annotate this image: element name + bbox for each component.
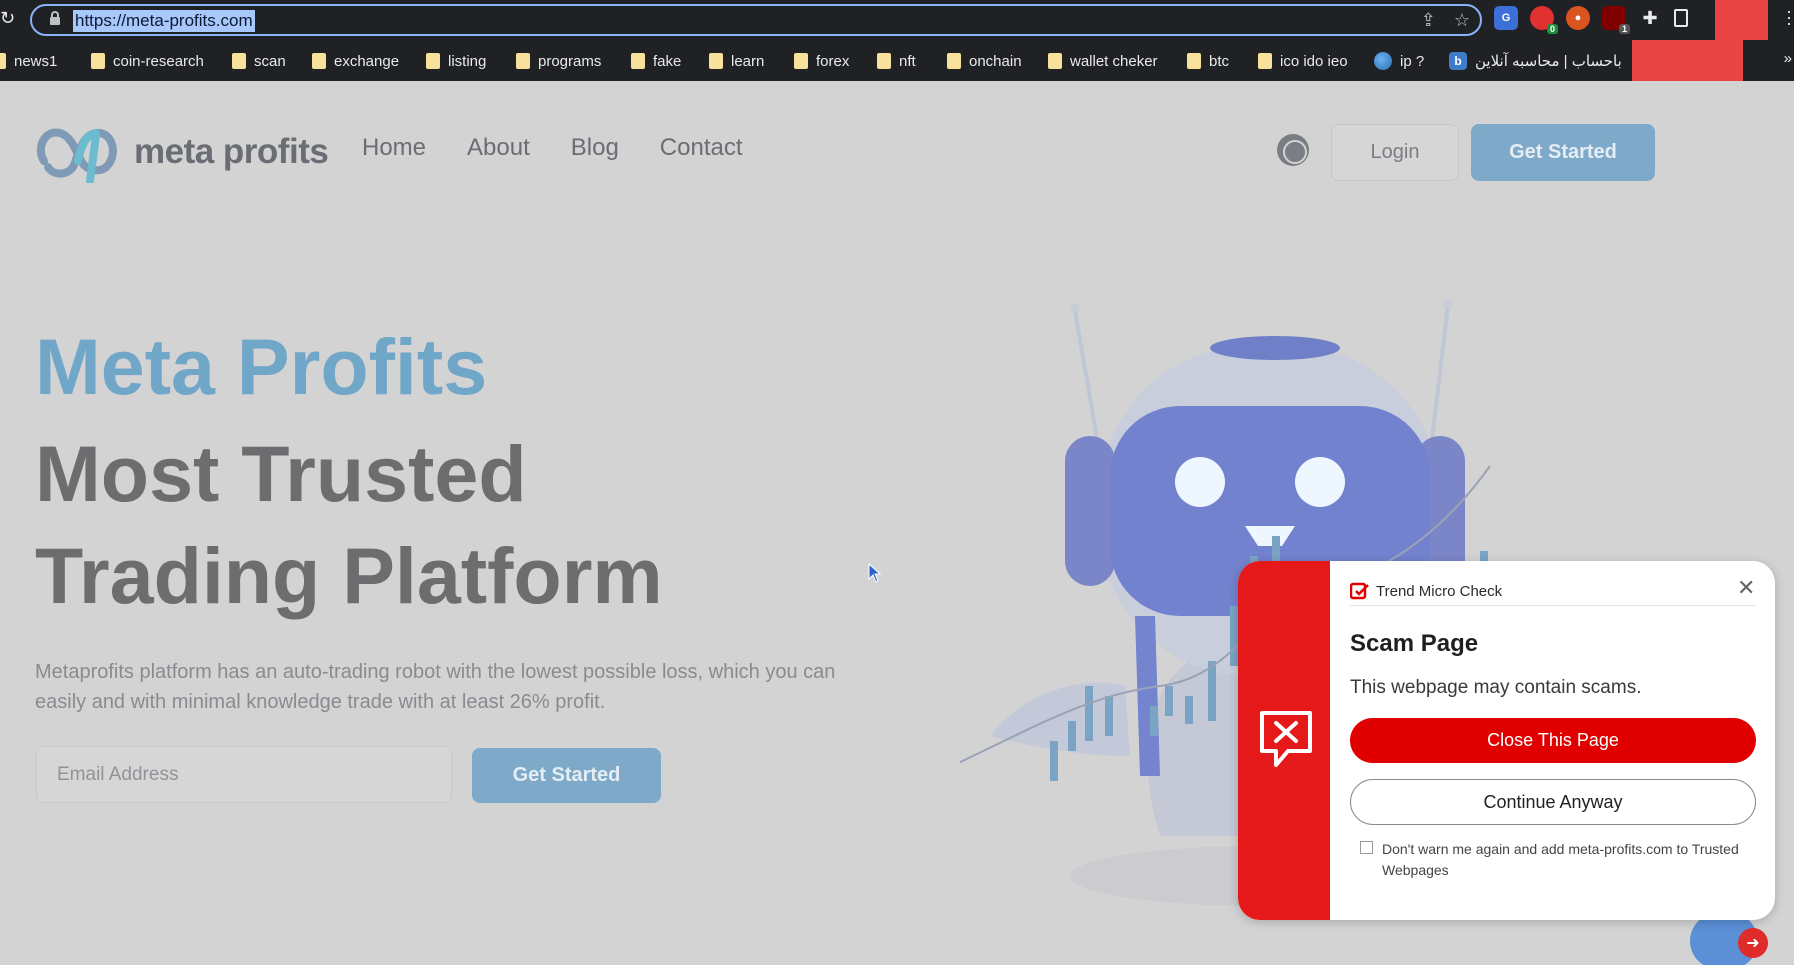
bookmark-item[interactable]: programs xyxy=(516,51,601,71)
folder-icon xyxy=(516,53,530,69)
bookmark-item[interactable]: ico ido ieo xyxy=(1258,51,1348,71)
reload-icon[interactable]: ↻ xyxy=(0,8,14,29)
bookmark-label: wallet cheker xyxy=(1070,52,1158,70)
folder-icon xyxy=(426,53,440,69)
bookmarks-bar: news1 coin-research scan exchange listin… xyxy=(0,40,1794,81)
extension-icon[interactable]: 0 xyxy=(1530,6,1558,34)
star-icon[interactable]: ☆ xyxy=(1454,10,1470,31)
get-started-hero-button[interactable]: Get Started xyxy=(472,748,661,803)
browser-toolbar: ↻ https://meta-profits.com ⇪ ☆ G 0 ● 1 ✚… xyxy=(0,0,1794,48)
bookmark-item[interactable]: ip ? xyxy=(1374,51,1424,71)
bookmarks-overflow-icon[interactable]: » xyxy=(1784,50,1792,67)
nav-about[interactable]: About xyxy=(467,134,530,162)
bookmark-label: ico ido ieo xyxy=(1280,52,1348,70)
close-this-page-button[interactable]: Close This Page xyxy=(1350,718,1756,763)
b-icon: b xyxy=(1449,52,1467,70)
bookmark-label: news1 xyxy=(14,52,58,70)
hero-title: Meta Profits xyxy=(35,322,488,411)
bookmark-item[interactable]: exchange xyxy=(312,51,399,71)
folder-icon xyxy=(877,53,891,69)
email-input[interactable]: Email Address xyxy=(36,746,452,803)
site-logo[interactable]: meta profits xyxy=(34,121,329,183)
extension-badge: 0 xyxy=(1546,24,1558,34)
nav-contact[interactable]: Contact xyxy=(660,134,743,162)
hero-heading-line1: Most Trusted xyxy=(35,429,527,518)
bookmark-item[interactable]: fake xyxy=(631,51,681,71)
window-icon[interactable] xyxy=(1674,9,1688,27)
bookmark-item[interactable]: nft xyxy=(877,51,916,71)
chat-alert-icon[interactable]: ➜ xyxy=(1738,928,1768,958)
nav-home[interactable]: Home xyxy=(362,134,426,162)
scam-warning-icon xyxy=(1260,711,1312,767)
bookmark-item[interactable]: btc xyxy=(1187,51,1229,71)
menu-icon[interactable]: · · · xyxy=(1786,2,1792,32)
bookmark-item[interactable]: scan xyxy=(232,51,286,71)
dont-warn-label[interactable]: Don't warn me again and add meta-profits… xyxy=(1382,839,1742,881)
redacted-block xyxy=(1632,40,1743,82)
popup-header: Trend Micro Check xyxy=(1350,578,1756,606)
folder-icon xyxy=(232,53,246,69)
bookmark-label: forex xyxy=(816,52,850,70)
hero-description: Metaprofits platform has an auto-trading… xyxy=(35,661,836,713)
trend-micro-logo-icon xyxy=(1350,582,1369,599)
main-nav: Home About Blog Contact xyxy=(362,134,743,162)
logo-mark-icon xyxy=(36,128,117,183)
popup-brand: Trend Micro Check xyxy=(1376,583,1503,600)
folder-icon xyxy=(794,53,808,69)
login-button[interactable]: Login xyxy=(1331,124,1459,181)
url-text[interactable]: https://meta-profits.com xyxy=(73,10,255,32)
share-icon[interactable]: ⇪ xyxy=(1421,10,1436,31)
bookmark-label: coin-research xyxy=(113,52,204,70)
bookmark-label: btc xyxy=(1209,52,1230,70)
popup-side-banner xyxy=(1238,561,1330,920)
bookmark-item[interactable]: wallet cheker xyxy=(1048,51,1158,71)
get-started-header-button[interactable]: Get Started xyxy=(1471,124,1655,181)
bookmark-label: scan xyxy=(254,52,286,70)
folder-icon xyxy=(1048,53,1062,69)
bookmark-label: ip ? xyxy=(1400,52,1425,70)
bookmark-label: fake xyxy=(653,52,682,70)
lock-icon[interactable] xyxy=(50,11,60,25)
bookmark-item[interactable]: news1 xyxy=(0,51,57,71)
ublock-icon[interactable]: 1 xyxy=(1602,6,1630,34)
folder-icon xyxy=(709,53,723,69)
bookmark-item[interactable]: forex xyxy=(794,51,849,71)
bookmark-label: exchange xyxy=(334,52,400,70)
bookmark-label: programs xyxy=(538,52,602,70)
address-bar[interactable]: https://meta-profits.com ⇪ ☆ xyxy=(30,4,1482,36)
bookmark-item[interactable]: onchain xyxy=(947,51,1022,71)
puzzle-icon[interactable]: ✚ xyxy=(1638,6,1662,30)
bookmark-item[interactable]: coin-research xyxy=(91,51,204,71)
google-translate-icon[interactable]: G xyxy=(1494,6,1518,30)
extension-icon[interactable]: ● xyxy=(1566,6,1590,30)
folder-icon xyxy=(312,53,326,69)
bookmark-label: learn xyxy=(731,52,765,70)
logo-text: meta profits xyxy=(134,132,329,171)
folder-icon xyxy=(631,53,645,69)
bookmark-item[interactable]: b باحساب | محاسبه آنلاین xyxy=(1449,51,1622,71)
language-globe-icon[interactable] xyxy=(1277,134,1309,166)
trend-micro-popup: Trend Micro Check ✕ Scam Page This webpa… xyxy=(1238,561,1775,920)
bookmark-item[interactable]: learn xyxy=(709,51,764,71)
popup-message: This webpage may contain scams. xyxy=(1350,677,1642,698)
dont-warn-checkbox[interactable] xyxy=(1360,841,1373,854)
folder-icon xyxy=(91,53,105,69)
globe-icon xyxy=(1374,52,1392,70)
folder-icon xyxy=(0,53,6,69)
bookmark-label: باحساب | محاسبه آنلاین xyxy=(1475,53,1622,70)
folder-icon xyxy=(947,53,961,69)
folder-icon xyxy=(1258,53,1272,69)
continue-anyway-button[interactable]: Continue Anyway xyxy=(1350,779,1756,825)
bookmark-label: listing xyxy=(448,52,487,70)
hero-heading-line2: Trading Platform xyxy=(35,531,663,620)
extension-badge: 1 xyxy=(1618,24,1630,34)
folder-icon xyxy=(1187,53,1201,69)
bookmark-label: nft xyxy=(899,52,916,70)
bookmark-label: onchain xyxy=(969,52,1022,70)
mouse-cursor-icon xyxy=(868,563,882,583)
popup-title: Scam Page xyxy=(1350,630,1479,657)
bookmark-item[interactable]: listing xyxy=(426,51,486,71)
close-icon[interactable]: ✕ xyxy=(1737,577,1755,599)
nav-blog[interactable]: Blog xyxy=(571,134,619,162)
